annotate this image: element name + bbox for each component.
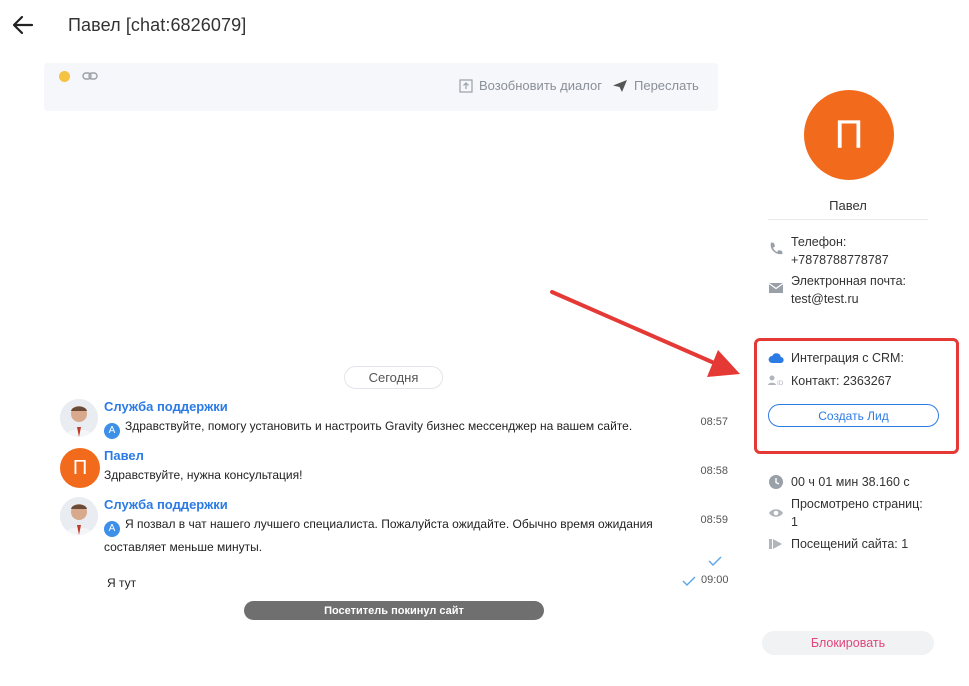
back-arrow-icon: [12, 15, 34, 35]
agent-badge: А: [104, 422, 120, 439]
chat-message: Служба поддержки АЯ позвал в чат нашего …: [60, 497, 730, 555]
email-row: Электронная почта: test@test.ru: [768, 272, 906, 308]
email-value[interactable]: test@test.ru: [791, 290, 906, 308]
phone-row: Телефон: +7878788778787: [768, 233, 889, 269]
chat-message: П Павел Здравствуйте, нужна консультация…: [60, 448, 730, 490]
pages-value: Просмотрено страниц: 1: [791, 497, 923, 529]
message-author[interactable]: Павел: [104, 448, 144, 463]
chat-window: Павел [chat:6826079] Возобновить диалог …: [0, 0, 969, 686]
profile-avatar: П: [804, 90, 894, 180]
contact-row: ID Контакт: 2363267: [768, 372, 892, 390]
chat-info-bar: Возобновить диалог Переслать: [44, 63, 718, 111]
visits-row: Посещений сайта: 1: [768, 535, 908, 553]
check-icon: [708, 556, 722, 567]
date-separator: Сегодня: [344, 366, 443, 389]
chat-message: Служба поддержки А Здравствуйте, помогу у…: [60, 399, 730, 441]
message-text: АЯ позвал в чат нашего лучшего специалис…: [104, 517, 653, 554]
create-lead-button[interactable]: Создать Лид: [768, 404, 939, 427]
link-icon[interactable]: [82, 70, 98, 82]
message-time: 08:59: [700, 514, 728, 526]
resume-label: Возобновить диалог: [479, 78, 602, 93]
crm-row: Интеграция с CRM:: [768, 349, 904, 367]
message-text: А Здравствуйте, помогу установить и настр…: [104, 416, 684, 439]
email-label: Электронная почта:: [791, 274, 907, 288]
phone-icon: [770, 242, 783, 255]
divider: [768, 219, 928, 220]
pages-row: Просмотрено страниц: 1: [768, 495, 928, 531]
eye-icon: [769, 509, 783, 517]
message-time: 08:57: [700, 416, 728, 428]
clock-icon: [769, 475, 783, 489]
back-button[interactable]: [10, 12, 36, 38]
visits-icon: [769, 539, 782, 549]
forward-button[interactable]: Переслать: [612, 78, 699, 93]
forward-label: Переслать: [634, 78, 699, 93]
message-text: Я тут: [107, 576, 137, 590]
visits-value: Посещений сайта: 1: [791, 537, 909, 551]
agent-badge: А: [104, 520, 120, 537]
send-icon: [613, 79, 627, 92]
phone-value[interactable]: +7878788778787: [791, 251, 889, 269]
agent-avatar: [60, 497, 98, 535]
message-author[interactable]: Служба поддержки: [104, 399, 228, 414]
contact-label[interactable]: Контакт: 2363267: [791, 372, 892, 390]
phone-label: Телефон:: [791, 235, 847, 249]
resume-icon: [459, 78, 473, 93]
id-icon: ID: [768, 375, 784, 387]
check-icon: [682, 576, 696, 587]
svg-text:ID: ID: [777, 380, 784, 387]
block-button[interactable]: Блокировать: [762, 631, 934, 655]
message-author[interactable]: Служба поддержки: [104, 497, 228, 512]
status-dot-icon: [59, 71, 70, 82]
agent-avatar: [60, 399, 98, 437]
message-text: Здравствуйте, нужна консультация!: [104, 468, 303, 482]
resume-dialog-button[interactable]: Возобновить диалог: [459, 78, 602, 93]
crm-label: Интеграция с CRM:: [791, 351, 904, 365]
message-time: 09:00: [701, 574, 729, 586]
mail-icon: [768, 283, 784, 293]
cloud-icon: [768, 353, 784, 364]
visitor-left-banner: Посетитель покинул сайт: [244, 601, 544, 620]
duration-row: 00 ч 01 мин 38.160 с: [768, 473, 910, 491]
message-time: 08:58: [700, 465, 728, 477]
duration-value: 00 ч 01 мин 38.160 с: [791, 475, 910, 489]
visitor-avatar: П: [60, 448, 100, 488]
page-title: Павел [chat:6826079]: [68, 15, 247, 35]
profile-name: Павел: [829, 198, 867, 213]
